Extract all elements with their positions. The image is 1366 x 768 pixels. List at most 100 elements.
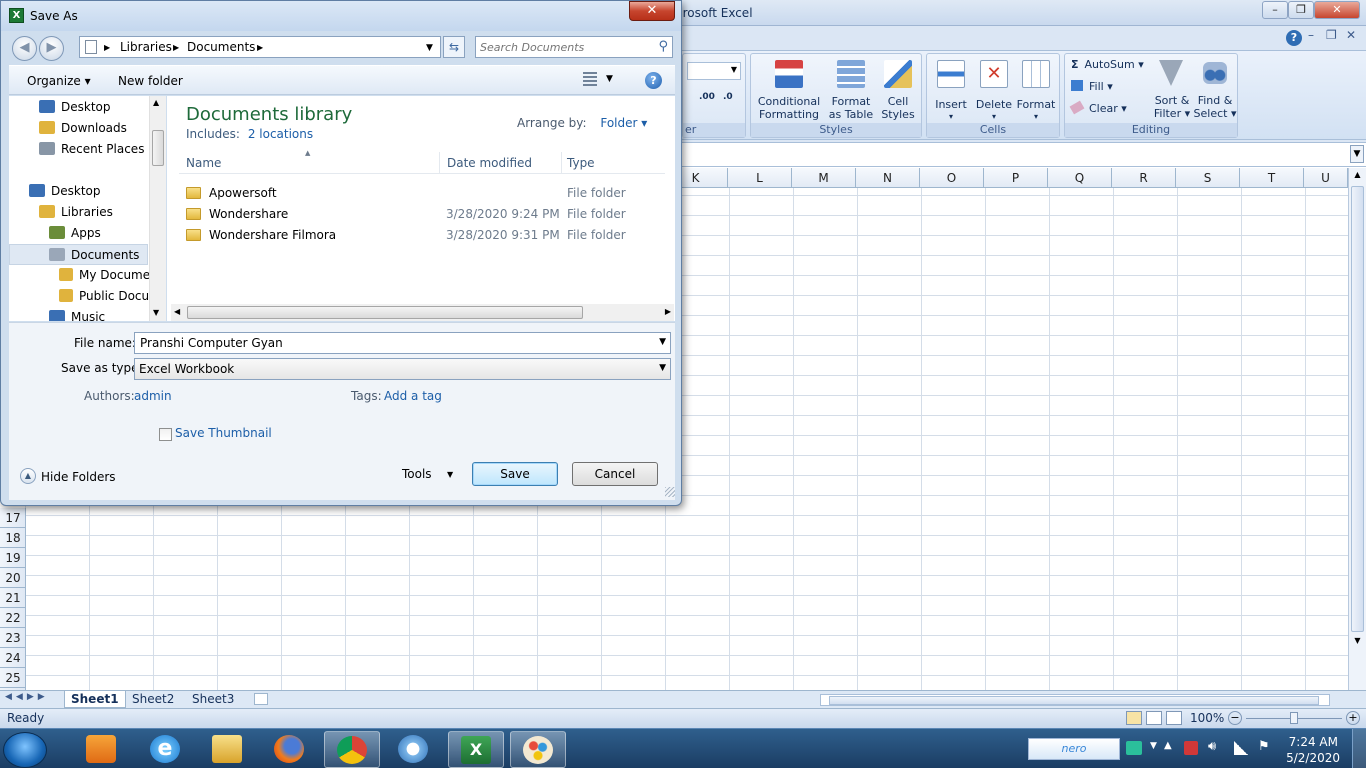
row-header[interactable]: 20 xyxy=(0,568,26,588)
breadcrumb-separator-icon[interactable]: ▶ xyxy=(173,43,179,52)
row-header[interactable]: 25 xyxy=(0,668,26,688)
view-options-icon[interactable] xyxy=(583,72,597,86)
scroll-down-icon[interactable]: ▼ xyxy=(153,308,159,317)
close-button[interactable]: ✕ xyxy=(1314,1,1360,19)
arrange-dropdown[interactable]: Folder ▾ xyxy=(600,116,647,130)
nav-item-public-documents[interactable]: Public Docur xyxy=(9,286,149,307)
sheet-tab[interactable]: Sheet2 xyxy=(126,691,180,708)
breadcrumb-documents[interactable]: Documents xyxy=(187,40,255,54)
sheet-navigation-icons[interactable]: ◀◀▶▶ xyxy=(5,692,49,702)
save-as-type-select[interactable]: Excel Workbook ▼ xyxy=(134,358,671,380)
chevron-down-icon[interactable]: ▼ xyxy=(659,363,666,373)
row-header[interactable]: 22 xyxy=(0,608,26,628)
breadcrumb-separator-icon[interactable]: ▶ xyxy=(257,43,263,52)
column-header[interactable]: M xyxy=(792,168,856,188)
search-input[interactable] xyxy=(480,39,650,55)
file-row[interactable]: Wondershare Filmora 3/28/2020 9:31 PM Fi… xyxy=(179,225,665,246)
save-thumbnail-checkbox[interactable] xyxy=(159,428,172,441)
network-icon[interactable] xyxy=(1234,741,1248,755)
navigation-scrollbar[interactable]: ▲ ▼ xyxy=(149,96,166,321)
nav-item-documents[interactable]: Documents xyxy=(9,244,148,265)
nav-item-music[interactable]: Music xyxy=(9,307,149,321)
column-name[interactable]: Name xyxy=(186,156,221,170)
taskbar-internet-explorer[interactable]: e xyxy=(138,731,194,768)
chevron-up-icon[interactable]: ▲ xyxy=(20,468,36,484)
nav-item-desktop-root[interactable]: Desktop xyxy=(9,181,149,202)
zoom-in-icon[interactable]: + xyxy=(1346,711,1360,725)
horizontal-scroll-thumb[interactable] xyxy=(829,696,1319,705)
taskbar-file-explorer[interactable] xyxy=(200,731,256,768)
expand-formula-bar-icon[interactable]: ▼ xyxy=(1350,145,1364,163)
save-thumbnail-label[interactable]: Save Thumbnail xyxy=(175,426,272,440)
tools-dropdown-icon[interactable]: ▼ xyxy=(447,470,453,479)
nav-item-desktop[interactable]: Desktop xyxy=(9,97,149,118)
taskbar-firefox[interactable] xyxy=(262,731,318,768)
formula-bar[interactable]: ▼ xyxy=(682,142,1366,167)
autosum-button[interactable]: Σ AutoSum ▾ xyxy=(1071,58,1151,71)
nav-item-my-documents[interactable]: My Documer xyxy=(9,265,149,286)
forward-button[interactable]: ▶ xyxy=(39,36,64,61)
taskbar-itunes[interactable] xyxy=(386,731,442,768)
file-row[interactable]: Apowersoft File folder xyxy=(179,183,665,204)
dialog-close-button[interactable]: ✕ xyxy=(629,1,675,21)
locations-link[interactable]: 2 locations xyxy=(248,127,313,141)
hide-folders-button[interactable]: Hide Folders xyxy=(41,470,116,484)
volume-icon[interactable]: 🔊︎ xyxy=(1208,739,1216,754)
taskbar-excel[interactable]: X xyxy=(448,731,504,768)
column-header[interactable]: P xyxy=(984,168,1048,188)
column-date-modified[interactable]: Date modified xyxy=(447,156,532,170)
format-as-table-button[interactable]: Format as Table ▾ xyxy=(825,58,877,134)
zoom-slider-thumb[interactable] xyxy=(1290,712,1298,724)
tags-value[interactable]: Add a tag xyxy=(384,389,442,403)
breadcrumb-separator-icon[interactable]: ▶ xyxy=(104,43,110,52)
column-header[interactable]: T xyxy=(1240,168,1304,188)
row-header[interactable]: 17 xyxy=(0,508,26,528)
tools-button[interactable]: Tools xyxy=(402,467,432,481)
row-header[interactable]: 18 xyxy=(0,528,26,548)
tray-dropdown-icon[interactable]: ▼ xyxy=(1150,741,1157,751)
column-header[interactable]: O xyxy=(920,168,984,188)
start-button[interactable] xyxy=(3,732,47,768)
breadcrumb-libraries[interactable]: Libraries xyxy=(120,40,172,54)
taskbar-media-player[interactable] xyxy=(74,731,130,768)
file-row[interactable]: Wondershare 3/28/2020 9:24 PM File folde… xyxy=(179,204,665,225)
row-header[interactable]: 24 xyxy=(0,648,26,668)
address-bar[interactable]: ▶ Libraries ▶ Documents ▶ ▼ xyxy=(79,36,441,58)
zoom-level[interactable]: 100% xyxy=(1190,711,1224,725)
scroll-thumb[interactable] xyxy=(187,306,583,319)
show-hidden-icons[interactable]: ▲ xyxy=(1164,740,1172,751)
help-icon[interactable]: ? xyxy=(1286,30,1302,46)
flag-icon[interactable]: ⚑ xyxy=(1258,739,1270,754)
back-button[interactable]: ◀ xyxy=(12,36,37,61)
row-header[interactable]: 19 xyxy=(0,548,26,568)
clock-date[interactable]: 5/2/2020 xyxy=(1286,751,1340,765)
row-header[interactable]: 23 xyxy=(0,628,26,648)
cell-styles-button[interactable]: Cell Styles ▾ xyxy=(877,58,919,134)
search-box[interactable]: ⚲ xyxy=(475,36,673,58)
dialog-title-bar[interactable] xyxy=(1,1,681,31)
zoom-out-icon[interactable]: − xyxy=(1228,711,1242,725)
format-button[interactable]: Format ▾ xyxy=(1015,58,1057,121)
nav-item-apps[interactable]: Apps xyxy=(9,223,149,244)
insert-button[interactable]: Insert ▾ xyxy=(931,58,971,121)
column-header[interactable]: S xyxy=(1176,168,1240,188)
sheet-tab-active[interactable]: Sheet1 xyxy=(64,691,126,708)
clock-time[interactable]: 7:24 AM xyxy=(1289,735,1338,749)
vertical-scrollbar[interactable]: ▲ ▼ xyxy=(1348,168,1366,690)
column-header[interactable]: U xyxy=(1304,168,1348,188)
nav-item-recent-places[interactable]: Recent Places xyxy=(9,139,149,160)
new-folder-button[interactable]: New folder xyxy=(118,74,183,88)
search-icon[interactable]: ⚲ xyxy=(658,39,668,54)
taskbar-paint[interactable] xyxy=(510,731,566,768)
scroll-left-icon[interactable]: ◀ xyxy=(174,307,180,316)
column-header[interactable]: L xyxy=(728,168,792,188)
column-header[interactable]: R xyxy=(1112,168,1176,188)
insert-sheet-icon[interactable] xyxy=(254,693,268,705)
scroll-right-icon[interactable]: ▶ xyxy=(665,307,671,316)
refresh-button[interactable]: ⇆ xyxy=(443,36,465,58)
chevron-down-icon[interactable]: ▼ xyxy=(659,337,666,347)
nav-item-downloads[interactable]: Downloads xyxy=(9,118,149,139)
conditional-formatting-button[interactable]: Conditional Formatting ▾ xyxy=(755,58,823,134)
nav-item-libraries[interactable]: Libraries xyxy=(9,202,149,223)
help-icon[interactable]: ? xyxy=(645,72,662,89)
